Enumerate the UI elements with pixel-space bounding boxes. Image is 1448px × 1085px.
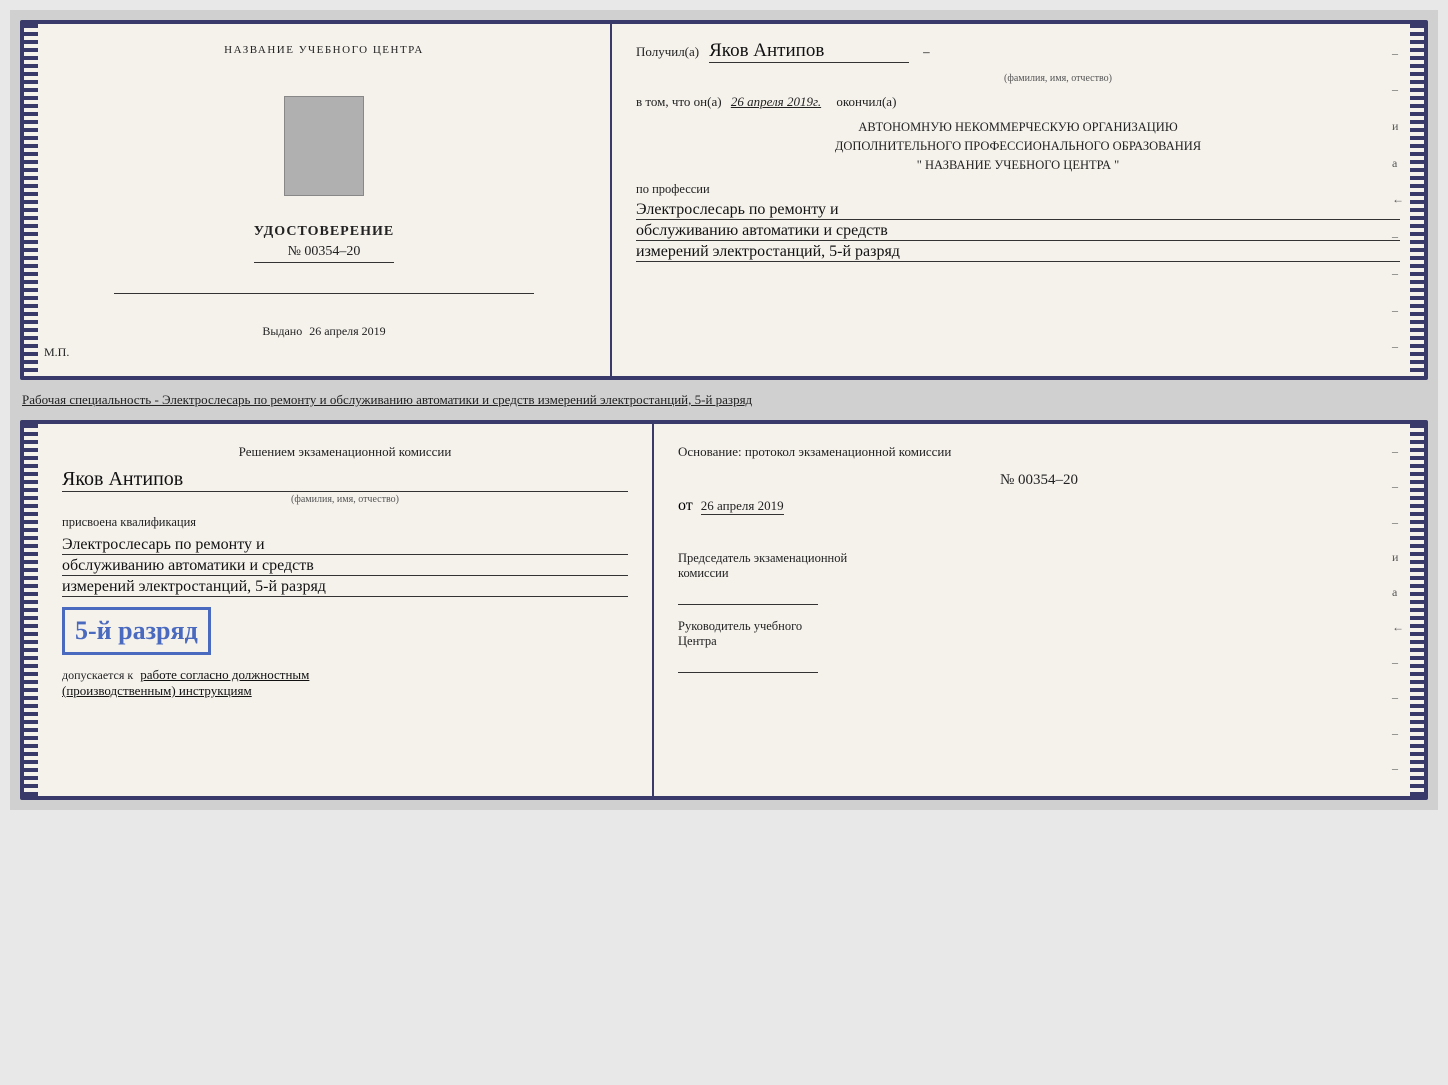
org-line2: ДОПОЛНИТЕЛЬНОГО ПРОФЕССИОНАЛЬНОГО ОБРАЗО… [636, 137, 1400, 156]
profession-line1: Электрослесарь по ремонту и [636, 201, 1400, 220]
qual-line1: Электрослесарь по ремонту и [62, 536, 628, 555]
issued-date: 26 апреля 2019 [309, 324, 385, 338]
completed-line: в том, что он(а) 26 апреля 2019г. окончи… [636, 94, 1400, 110]
rank-stamp: 5-й разряд [62, 607, 211, 655]
profession-line3: измерений электростанций, 5-й разряд [636, 243, 1400, 262]
basis-label: Основание: протокол экзаменационной коми… [678, 444, 1400, 460]
bottom-doc-left: Решением экзаменационной комиссии Яков А… [24, 424, 654, 796]
photo-placeholder [284, 96, 364, 196]
allowed-text: работе согласно должностным [140, 667, 309, 682]
qual-line2: обслуживанию автоматики и средств [62, 557, 628, 576]
top-doc-right: Получил(а) Яков Антипов – (фамилия, имя,… [612, 24, 1424, 376]
head-signature-line [678, 653, 818, 673]
top-document: НАЗВАНИЕ УЧЕБНОГО ЦЕНТРА УДОСТОВЕРЕНИЕ №… [20, 20, 1428, 380]
qual-line3: измерений электростанций, 5-й разряд [62, 578, 628, 597]
allowed-label: допускается к [62, 668, 133, 682]
in-that-label: в том, что он(а) [636, 94, 722, 109]
chairman-label: Председатель экзаменационной комиссии [678, 551, 1400, 581]
right-dashes: – – и а ← – – – – [1392, 24, 1404, 376]
commission-title: Решением экзаменационной комиссии [62, 444, 628, 460]
allowed-text2: (производственным) инструкциям [62, 683, 252, 698]
left-decoration [24, 24, 38, 376]
org-line1: АВТОНОМНУЮ НЕКОММЕРЧЕСКУЮ ОРГАНИЗАЦИЮ [636, 118, 1400, 137]
person-name: Яков Антипов [62, 468, 628, 492]
issued-line: Выдано 26 апреля 2019 [262, 324, 385, 339]
page-wrapper: НАЗВАНИЕ УЧЕБНОГО ЦЕНТРА УДОСТОВЕРЕНИЕ №… [10, 10, 1438, 810]
head-label: Руководитель учебного Центра [678, 619, 1400, 649]
allowed-block: допускается к работе согласно должностны… [62, 667, 628, 699]
completed-label: окончил(а) [836, 94, 896, 109]
profession-label: по профессии [636, 182, 1400, 197]
bottom-doc-right: Основание: протокол экзаменационной коми… [654, 424, 1424, 796]
org-name-left: НАЗВАНИЕ УЧЕБНОГО ЦЕНТРА [224, 44, 424, 56]
received-name: Яков Антипов [709, 40, 909, 63]
received-label: Получил(а) [636, 44, 699, 59]
org-block: АВТОНОМНУЮ НЕКОММЕРЧЕСКУЮ ОРГАНИЗАЦИЮ ДО… [636, 118, 1400, 174]
description-text: Рабочая специальность - Электрослесарь п… [20, 388, 1428, 412]
fio-label-top: (фамилия, имя, отчество) [716, 73, 1400, 84]
head-block: Руководитель учебного Центра [678, 619, 1400, 673]
cert-number: № 00354–20 [254, 244, 394, 263]
right-decoration-bottom [1410, 424, 1424, 796]
fio-label-bottom: (фамилия, имя, отчество) [62, 494, 628, 505]
right-decoration-top [1410, 24, 1424, 376]
right-dashes-bottom: – – – и а ← – – – – [1392, 424, 1404, 796]
date-prefix: от [678, 497, 693, 514]
left-decoration-bottom [24, 424, 38, 796]
org-line3: " НАЗВАНИЕ УЧЕБНОГО ЦЕНТРА " [636, 156, 1400, 175]
chairman-block: Председатель экзаменационной комиссии [678, 551, 1400, 605]
top-doc-left: НАЗВАНИЕ УЧЕБНОГО ЦЕНТРА УДОСТОВЕРЕНИЕ №… [24, 24, 612, 376]
issued-label: Выдано [262, 324, 302, 338]
chairman-signature-line [678, 585, 818, 605]
qualification-label: присвоена квалификация [62, 515, 628, 530]
protocol-date: 26 апреля 2019 [701, 498, 784, 515]
completed-date: 26 апреля 2019г. [731, 94, 821, 109]
mp-label: М.П. [44, 345, 69, 360]
profession-line2: обслуживанию автоматики и средств [636, 222, 1400, 241]
cert-title: УДОСТОВЕРЕНИЕ [254, 224, 394, 240]
bottom-document: Решением экзаменационной комиссии Яков А… [20, 420, 1428, 800]
protocol-number: № 00354–20 [678, 472, 1400, 489]
